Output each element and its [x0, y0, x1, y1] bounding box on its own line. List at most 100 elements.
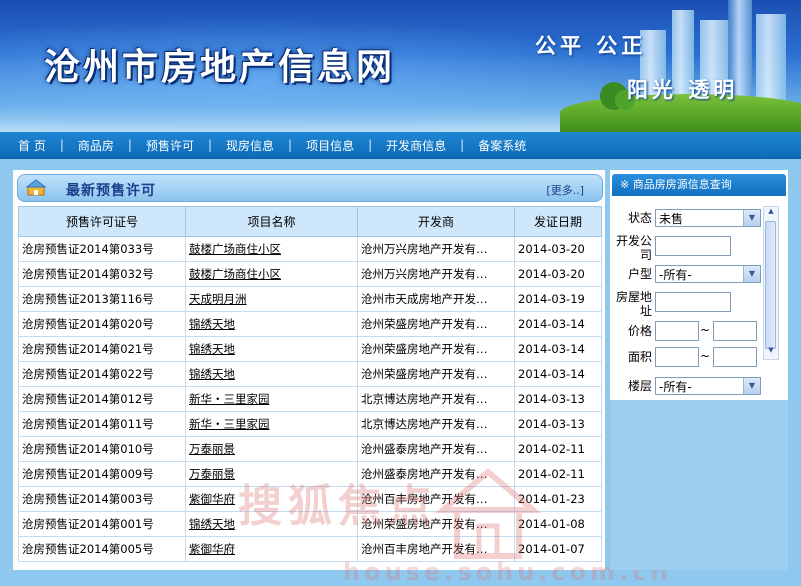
- nav-item-label[interactable]: 开发商信息: [386, 137, 446, 154]
- project-link[interactable]: 万泰丽景: [185, 461, 358, 487]
- nav-item-presale[interactable]: 预售许可 |: [146, 137, 226, 154]
- nav-item-label[interactable]: 预售许可: [146, 137, 194, 154]
- nav-item-commercial[interactable]: 商品房 |: [78, 137, 146, 154]
- site-title: 沧州市房地产信息网: [44, 47, 396, 88]
- project-link[interactable]: 新华・三里家园: [185, 411, 358, 437]
- issue-date: 2014-03-13: [514, 386, 602, 412]
- address-label: 房屋地址: [615, 290, 652, 318]
- scroll-up-icon[interactable]: ▲: [764, 207, 778, 220]
- developer-name: 沧州盛泰房地产开发有…: [357, 436, 515, 462]
- col-header-date: 发证日期: [514, 206, 602, 237]
- nav-separator: |: [368, 138, 373, 152]
- search-form: 状态 未售 ▼ 开发公司 户型 -所有- ▼ 房屋地址 价格 ~ 面积 ~ 楼层…: [610, 198, 770, 398]
- developer-name: 沧州荣盛房地产开发有…: [357, 511, 515, 537]
- type-select[interactable]: -所有- ▼: [655, 265, 761, 283]
- chevron-down-icon[interactable]: ▼: [743, 210, 760, 226]
- address-row: 房屋地址: [610, 288, 770, 318]
- issue-date: 2014-01-23: [514, 486, 602, 512]
- developer-name: 北京博达房地产开发有…: [357, 411, 515, 437]
- project-link[interactable]: 天成明月洲: [185, 286, 358, 312]
- area-max-input[interactable]: [713, 347, 757, 367]
- issue-date: 2014-03-19: [514, 286, 602, 312]
- table-row: 沧房预售证2014第009号 万泰丽景 沧州盛泰房地产开发有… 2014-02-11: [18, 461, 602, 487]
- table-row: 沧房预售证2014第033号 鼓楼广场商住小区 沧州万兴房地产开发有… 2014-03…: [18, 236, 602, 262]
- chevron-down-icon[interactable]: ▼: [743, 266, 760, 282]
- floor-select[interactable]: -所有- ▼: [655, 377, 761, 395]
- more-link[interactable]: [更多..]: [546, 182, 584, 198]
- presale-table: 预售许可证号 项目名称 开发商 发证日期 沧房预售证2014第033号 鼓楼广场商…: [18, 206, 602, 562]
- presale-panel-title: 最新预售许可: [66, 183, 156, 199]
- developer-input[interactable]: [655, 236, 731, 256]
- issue-date: 2014-03-13: [514, 411, 602, 437]
- building-graphic: [756, 14, 786, 110]
- scrollbar-thumb[interactable]: [765, 221, 776, 349]
- project-link[interactable]: 鼓楼广场商住小区: [185, 236, 358, 262]
- price-min-input[interactable]: [655, 321, 699, 341]
- project-link[interactable]: 锦绣天地: [185, 336, 358, 362]
- price-max-input[interactable]: [713, 321, 757, 341]
- price-range-separator: ~: [700, 323, 711, 337]
- nav-item-label[interactable]: 备案系统: [478, 137, 526, 154]
- nav-item-label[interactable]: 现房信息: [226, 137, 274, 154]
- permit-number: 沧房预售证2014第022号: [18, 361, 186, 387]
- developer-name: 沧州百丰房地产开发有…: [357, 486, 515, 512]
- house-stack-icon: [26, 179, 47, 196]
- site-banner: 沧州市房地产信息网 公平 公正 阳光 透明: [0, 0, 801, 132]
- status-select[interactable]: 未售 ▼: [655, 209, 761, 227]
- nav-item-developers[interactable]: 开发商信息 |: [386, 137, 478, 154]
- search-panel: ※ 商品房房源信息查询 状态 未售 ▼ 开发公司 户型 -所有- ▼ 房屋地址 …: [610, 170, 788, 570]
- issue-date: 2014-03-14: [514, 311, 602, 337]
- col-header-permit: 预售许可证号: [18, 206, 186, 237]
- nav-item-filing[interactable]: 备案系统: [478, 137, 526, 154]
- project-link[interactable]: 锦绣天地: [185, 311, 358, 337]
- nav-item-projects[interactable]: 项目信息 |: [306, 137, 386, 154]
- permit-number: 沧房预售证2014第003号: [18, 486, 186, 512]
- area-row: 面积 ~: [610, 346, 770, 370]
- project-link[interactable]: 万泰丽景: [185, 436, 358, 462]
- nav-separator: |: [127, 138, 132, 152]
- issue-date: 2014-03-14: [514, 336, 602, 362]
- project-link[interactable]: 紫御华府: [185, 486, 358, 512]
- scroll-down-icon[interactable]: ▼: [764, 346, 778, 359]
- address-input[interactable]: [655, 292, 731, 312]
- status-value: 未售: [659, 212, 684, 226]
- nav-item-label[interactable]: 商品房: [78, 137, 114, 154]
- floor-label: 楼层: [627, 379, 652, 393]
- nav-item-home[interactable]: 首 页 |: [18, 137, 78, 154]
- price-row: 价格 ~: [610, 320, 770, 344]
- table-row: 沧房预售证2013第116号 天成明月洲 沧州市天成房地产开发… 2014-03-19: [18, 286, 602, 312]
- project-link[interactable]: 锦绣天地: [185, 361, 358, 387]
- developer-name: 沧州百丰房地产开发有…: [357, 536, 515, 562]
- area-min-input[interactable]: [655, 347, 699, 367]
- project-link[interactable]: 新华・三里家园: [185, 386, 358, 412]
- issue-date: 2014-03-20: [514, 236, 602, 262]
- status-row: 状态 未售 ▼: [610, 208, 770, 228]
- developer-name: 沧州荣盛房地产开发有…: [357, 336, 515, 362]
- developer-name: 沧州万兴房地产开发有…: [357, 236, 515, 262]
- developer-row: 开发公司: [610, 232, 770, 262]
- nav-separator: |: [288, 138, 293, 152]
- table-row: 沧房预售证2014第001号 锦绣天地 沧州荣盛房地产开发有… 2014-01-08: [18, 511, 602, 537]
- project-link[interactable]: 紫御华府: [185, 536, 358, 562]
- chevron-down-icon[interactable]: ▼: [743, 378, 760, 394]
- permit-number: 沧房预售证2014第001号: [18, 511, 186, 537]
- nav-item-label[interactable]: 首 页: [18, 137, 46, 154]
- nav-item-existing[interactable]: 现房信息 |: [226, 137, 306, 154]
- project-link[interactable]: 鼓楼广场商住小区: [185, 261, 358, 287]
- table-row: 沧房预售证2014第022号 锦绣天地 沧州荣盛房地产开发有… 2014-03-14: [18, 361, 602, 387]
- project-link[interactable]: 锦绣天地: [185, 511, 358, 537]
- developer-name: 沧州市天成房地产开发…: [357, 286, 515, 312]
- table-row: 沧房预售证2014第003号 紫御华府 沧州百丰房地产开发有… 2014-01-23: [18, 486, 602, 512]
- search-form-scrollbar[interactable]: ▲ ▼: [763, 206, 779, 360]
- table-row: 沧房预售证2014第012号 新华・三里家园 北京博达房地产开发有… 2014-03-…: [18, 386, 602, 412]
- type-label: 户型: [627, 267, 652, 281]
- nav-separator: |: [59, 138, 64, 152]
- permit-number: 沧房预售证2014第012号: [18, 386, 186, 412]
- table-row: 沧房预售证2014第032号 鼓楼广场商住小区 沧州万兴房地产开发有… 2014-03…: [18, 261, 602, 287]
- type-row: 户型 -所有- ▼: [610, 264, 770, 284]
- issue-date: 2014-03-20: [514, 261, 602, 287]
- permit-number: 沧房预售证2014第011号: [18, 411, 186, 437]
- presale-panel: 最新预售许可 [更多..] 预售许可证号 项目名称 开发商 发证日期 沧房预售证…: [13, 170, 668, 586]
- permit-number: 沧房预售证2014第021号: [18, 336, 186, 362]
- nav-item-label[interactable]: 项目信息: [306, 137, 354, 154]
